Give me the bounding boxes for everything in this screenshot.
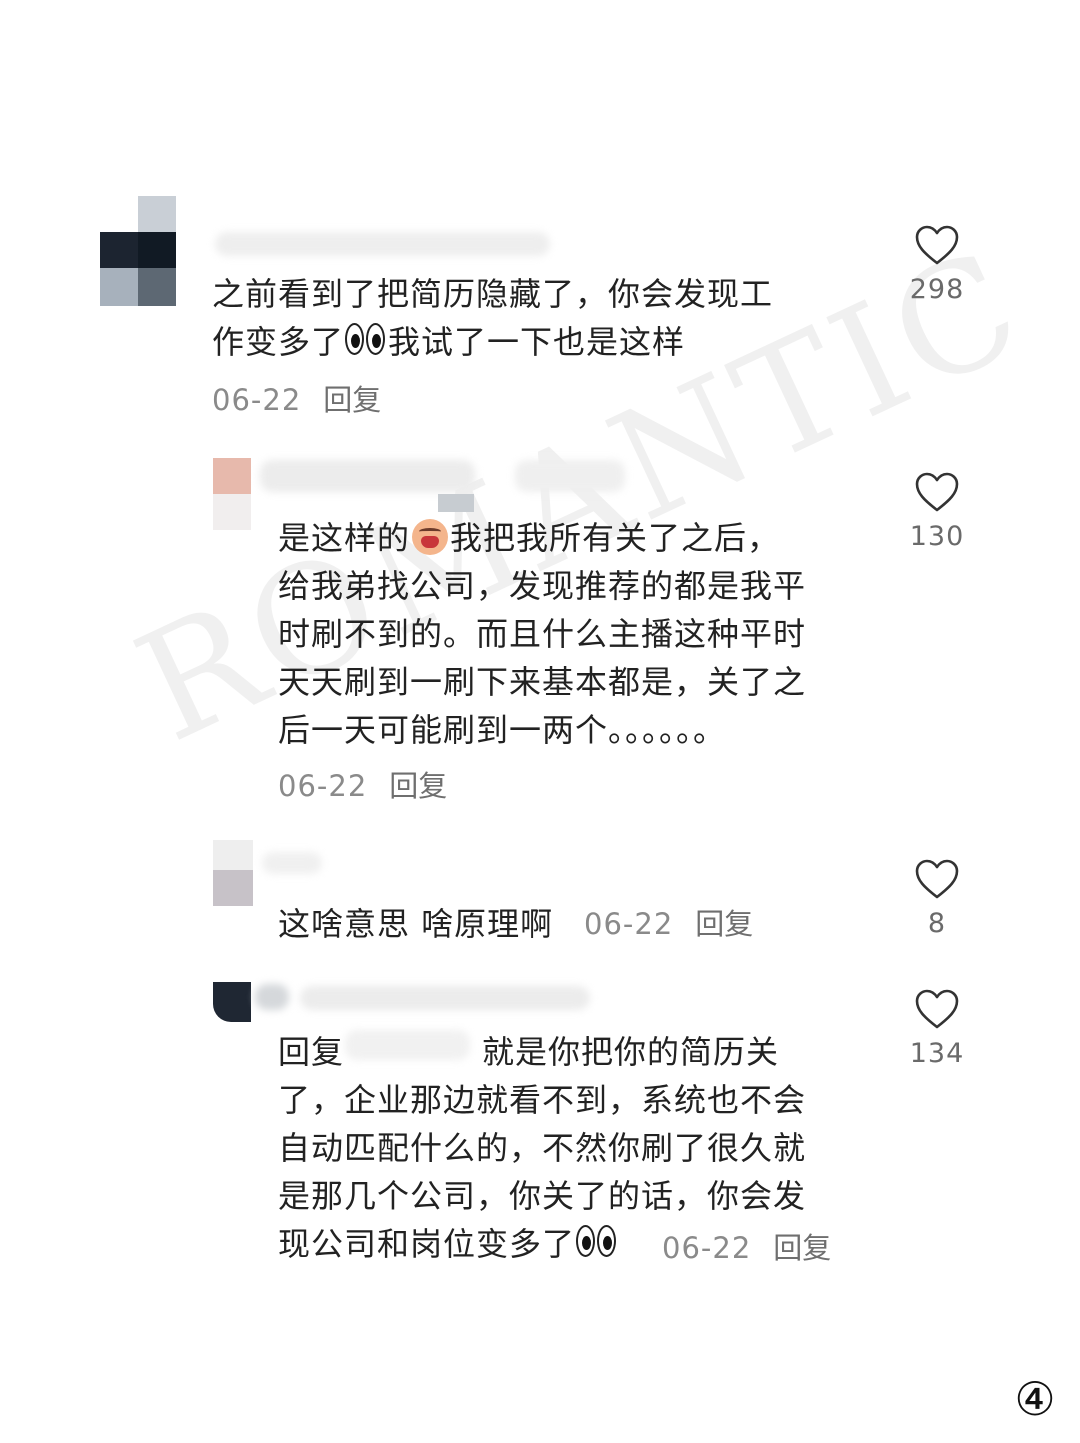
comment-line: 我把我所有关了之后， — [450, 519, 781, 557]
page-number-text: ④ — [1014, 1372, 1056, 1426]
comment-line: 之前看到了把简历隐藏了，你会发现工 — [212, 275, 774, 313]
comment-line: 时刷不到的。而且什么主播这种平时 — [278, 615, 807, 653]
comment-line: 给我弟找公司，发现推荐的都是我平 — [278, 567, 807, 605]
reply-button[interactable]: 回复 — [323, 383, 381, 417]
username-blurred[interactable] — [260, 460, 475, 492]
avatar-badge — [438, 494, 474, 512]
heart-icon — [915, 859, 959, 899]
eyes-emoji-icon — [344, 323, 388, 357]
comment-date: 06-22 — [584, 907, 674, 941]
heart-icon — [915, 989, 959, 1029]
username-blurred[interactable] — [215, 232, 550, 256]
heart-icon — [915, 472, 959, 512]
like-count: 298 — [909, 274, 965, 305]
comment-text: 之前看到了把简历隐藏了，你会发现工 作变多了 我试了一下也是这样 — [212, 270, 773, 366]
comment-meta: 06-22 回复 — [278, 768, 447, 804]
reply-button[interactable]: 回复 — [695, 907, 753, 941]
comment-line: 是这样的 — [278, 519, 411, 557]
comment-date: 06-22 — [212, 383, 302, 417]
reply-button[interactable]: 回复 — [389, 769, 447, 803]
comment-line: 后一天可能刷到一两个。。。。。。 — [278, 711, 727, 749]
like-button[interactable]: 298 — [892, 224, 982, 305]
comment-line: 这啥意思 啥原理啊 — [278, 905, 554, 943]
page-number: ④ — [1014, 1376, 1056, 1422]
comment-meta: 06-22 回复 — [212, 382, 381, 418]
comment-line: 我试了一下也是这样 — [388, 323, 686, 361]
reply-button[interactable]: 回复 — [773, 1231, 831, 1265]
comment-line: 现公司和岗位变多了 — [278, 1225, 576, 1263]
comment-text: 是这样的 我把我所有关了之后， 给我弟找公司，发现推荐的都是我平 时刷不到的。而且… — [278, 514, 806, 754]
like-button[interactable]: 134 — [892, 988, 982, 1069]
like-count: 134 — [909, 1038, 965, 1069]
comment-line: 就是你把你的简历关 — [482, 1033, 780, 1071]
avatar[interactable] — [213, 458, 253, 538]
comment-line: 是那几个公司，你关了的话，你会发 — [278, 1177, 807, 1215]
comment-meta: 06-22 回复 — [584, 906, 753, 942]
username-blurred[interactable] — [515, 460, 625, 492]
avatar[interactable] — [100, 196, 178, 308]
like-button[interactable]: 130 — [892, 471, 982, 552]
eyes-emoji-icon — [575, 1225, 619, 1259]
like-count: 8 — [927, 908, 947, 939]
comment-meta: 06-22 回复 — [662, 1230, 831, 1266]
comment-text: 这啥意思 啥原理啊 — [278, 900, 553, 948]
comment-line: 回复 — [278, 1033, 345, 1071]
comment-line: 自动匹配什么的，不然你刷了很久就 — [278, 1129, 807, 1167]
like-button[interactable]: 8 — [892, 858, 982, 939]
crying-face-emoji-icon — [412, 519, 449, 555]
username-blurred[interactable] — [262, 852, 322, 874]
comment-line: 了，企业那边就看不到，系统也不会 — [278, 1081, 807, 1119]
username-blurred[interactable] — [255, 984, 289, 1010]
comment-date: 06-22 — [662, 1231, 752, 1265]
comment-line: 作变多了 — [212, 323, 345, 361]
comment-date: 06-22 — [278, 769, 368, 803]
heart-icon — [915, 225, 959, 265]
username-blurred[interactable] — [300, 986, 590, 1010]
like-count: 130 — [909, 521, 965, 552]
avatar[interactable] — [213, 982, 259, 1028]
comment-line: 天天刷到一刷下来基本都是，关了之 — [278, 663, 807, 701]
avatar[interactable] — [213, 840, 255, 910]
